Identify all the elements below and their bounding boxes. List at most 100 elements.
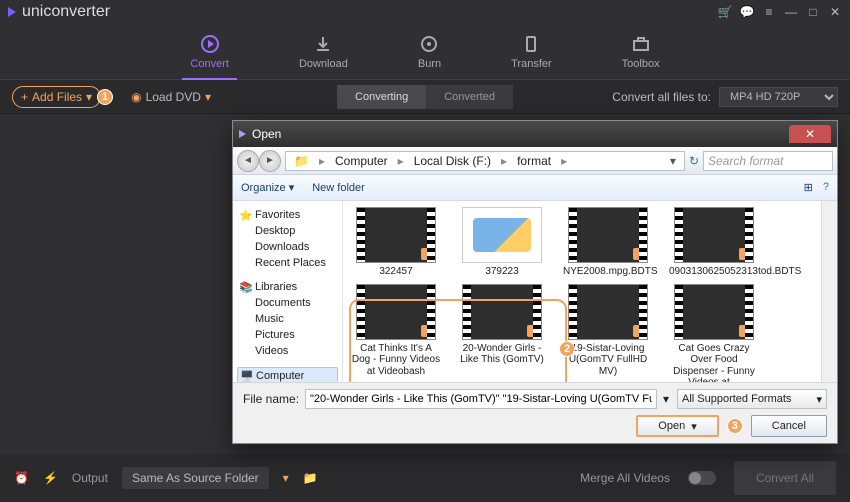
- bolt-icon[interactable]: ⚡: [43, 471, 58, 485]
- minimize-icon[interactable]: —: [784, 5, 798, 19]
- sidebar-item-desktop[interactable]: Desktop: [237, 223, 338, 239]
- dialog-toolbar: Organize ▾ New folder ⊞ ?: [233, 175, 837, 201]
- tab-label: Convert: [190, 58, 229, 70]
- scrollbar[interactable]: [821, 201, 837, 382]
- toolbox-icon: [631, 34, 651, 54]
- crumb-item[interactable]: Computer: [331, 154, 392, 168]
- tab-label: Burn: [418, 58, 441, 70]
- annotation-1: 1: [97, 89, 113, 105]
- computer-icon: 🖥️: [240, 370, 252, 382]
- filename-input[interactable]: [305, 389, 657, 409]
- cancel-button[interactable]: Cancel: [751, 415, 827, 437]
- open-button[interactable]: Open ▾: [636, 415, 718, 437]
- nav-back-button[interactable]: ◄: [237, 150, 259, 172]
- dialog-icon: [239, 130, 246, 138]
- chevron-down-icon: ▾: [86, 90, 92, 104]
- menu-icon[interactable]: ≡: [762, 5, 776, 19]
- sidebar-item-recent[interactable]: Recent Places: [237, 255, 338, 271]
- sidebar-libraries[interactable]: Libraries: [255, 281, 297, 293]
- dialog-footer: File name: ▾ All Supported Formats▾ Open…: [233, 382, 837, 443]
- close-icon[interactable]: ✕: [828, 5, 842, 19]
- sidebar-item-pictures[interactable]: Pictures: [237, 327, 338, 343]
- convert-all-to-label: Convert all files to:: [612, 90, 711, 104]
- bottombar: ⏰ ⚡ Output Same As Source Folder ▾ 📁 Mer…: [0, 454, 850, 502]
- annotation-3: 3: [727, 418, 743, 434]
- crumb-item[interactable]: format: [513, 154, 555, 168]
- views-icon[interactable]: ⊞: [804, 181, 813, 194]
- dialog-title: Open: [252, 127, 281, 141]
- file-item[interactable]: 20-Wonder Girls - Like This (GomTV): [457, 284, 547, 383]
- file-item[interactable]: 379223: [457, 207, 547, 278]
- new-folder-button[interactable]: New folder: [312, 182, 365, 194]
- file-item[interactable]: 0903130625052313tod.BDTS: [669, 207, 759, 278]
- breadcrumb[interactable]: 📁 ▸ Computer▸ Local Disk (F:)▸ format▸ ▾: [285, 151, 685, 171]
- sidebar-item-downloads[interactable]: Downloads: [237, 239, 338, 255]
- open-file-dialog: Open ✕ ◄ ► 📁 ▸ Computer▸ Local Disk (F:)…: [232, 120, 838, 444]
- search-input[interactable]: Search format: [703, 151, 833, 171]
- tab-toolbox[interactable]: Toolbox: [622, 24, 660, 79]
- sidebar-item-music[interactable]: Music: [237, 311, 338, 327]
- help-icon[interactable]: ?: [823, 181, 829, 194]
- convert-icon: [200, 34, 220, 54]
- transfer-icon: [521, 34, 541, 54]
- refresh-icon[interactable]: ↻: [689, 154, 699, 168]
- chevron-down-icon[interactable]: ▾: [663, 392, 669, 406]
- folder-icon: 📁: [290, 154, 313, 168]
- tab-download[interactable]: Download: [299, 24, 348, 79]
- file-item[interactable]: 322457: [351, 207, 441, 278]
- burn-icon: [419, 34, 439, 54]
- app-name: uniconverter: [22, 3, 110, 21]
- library-icon: 📚: [239, 281, 251, 293]
- merge-toggle[interactable]: [688, 471, 716, 485]
- maximize-icon[interactable]: □: [806, 5, 820, 19]
- main-tabs: Convert Download Burn Transfer Toolbox: [0, 24, 850, 80]
- chevron-down-icon[interactable]: ▾: [666, 154, 680, 168]
- sidebar-favorites[interactable]: Favorites: [255, 209, 300, 221]
- tab-burn[interactable]: Burn: [418, 24, 441, 79]
- file-list[interactable]: 322457 379223 NYE2008.mpg.BDTS 090313062…: [343, 201, 837, 382]
- add-files-label: Add Files: [32, 90, 82, 104]
- output-path[interactable]: Same As Source Folder: [122, 467, 269, 489]
- cart-icon[interactable]: 🛒: [718, 5, 732, 19]
- clock-icon[interactable]: ⏰: [14, 471, 29, 485]
- download-icon: [313, 34, 333, 54]
- output-format-select[interactable]: MP4 HD 720P: [719, 87, 838, 107]
- folder-icon[interactable]: 📁: [303, 471, 318, 485]
- tab-label: Toolbox: [622, 58, 660, 70]
- seg-converting[interactable]: Converting: [337, 85, 426, 109]
- toolbar: + Add Files ▾ 1 ◉ Load DVD ▾ Converting …: [0, 80, 850, 114]
- crumb-item[interactable]: Local Disk (F:): [410, 154, 495, 168]
- output-label: Output: [72, 471, 108, 485]
- chevron-down-icon: ▾: [205, 90, 211, 104]
- file-item[interactable]: 19-Sistar-Loving U(GomTV FullHD MV): [563, 284, 653, 383]
- nav-forward-button[interactable]: ►: [259, 150, 281, 172]
- convert-all-button[interactable]: Convert All: [734, 461, 836, 495]
- chat-icon[interactable]: 💬: [740, 5, 754, 19]
- file-item[interactable]: Cat Thinks It's A Dog - Funny Videos at …: [351, 284, 441, 383]
- dialog-sidebar: ⭐ Favorites Desktop Downloads Recent Plac…: [233, 201, 343, 382]
- sidebar-item-computer[interactable]: 🖥️Computer: [237, 367, 338, 382]
- seg-converted[interactable]: Converted: [426, 85, 513, 109]
- disc-icon: ◉: [131, 90, 141, 104]
- dialog-close-button[interactable]: ✕: [789, 125, 831, 143]
- merge-label: Merge All Videos: [580, 471, 670, 485]
- status-segment: Converting Converted: [337, 85, 513, 109]
- load-dvd-label: Load DVD: [146, 90, 201, 104]
- chevron-down-icon[interactable]: ▾: [283, 471, 289, 485]
- star-icon: ⭐: [239, 209, 251, 221]
- file-item[interactable]: NYE2008.mpg.BDTS: [563, 207, 653, 278]
- file-item[interactable]: Cat Goes Crazy Over Food Dispenser - Fun…: [669, 284, 759, 383]
- dialog-nav: ◄ ► 📁 ▸ Computer▸ Local Disk (F:)▸ forma…: [233, 147, 837, 175]
- titlebar: uniconverter 🛒 💬 ≡ — □ ✕: [0, 0, 850, 24]
- search-placeholder: Search format: [708, 154, 783, 168]
- tab-convert[interactable]: Convert: [190, 24, 229, 79]
- tab-label: Transfer: [511, 58, 552, 70]
- filename-label: File name:: [243, 392, 299, 406]
- sidebar-item-documents[interactable]: Documents: [237, 295, 338, 311]
- add-files-button[interactable]: + Add Files ▾: [12, 86, 101, 108]
- organize-menu[interactable]: Organize ▾: [241, 181, 294, 194]
- load-dvd-button[interactable]: ◉ Load DVD ▾: [131, 90, 211, 104]
- format-filter-select[interactable]: All Supported Formats▾: [677, 389, 827, 409]
- sidebar-item-videos[interactable]: Videos: [237, 343, 338, 359]
- tab-transfer[interactable]: Transfer: [511, 24, 552, 79]
